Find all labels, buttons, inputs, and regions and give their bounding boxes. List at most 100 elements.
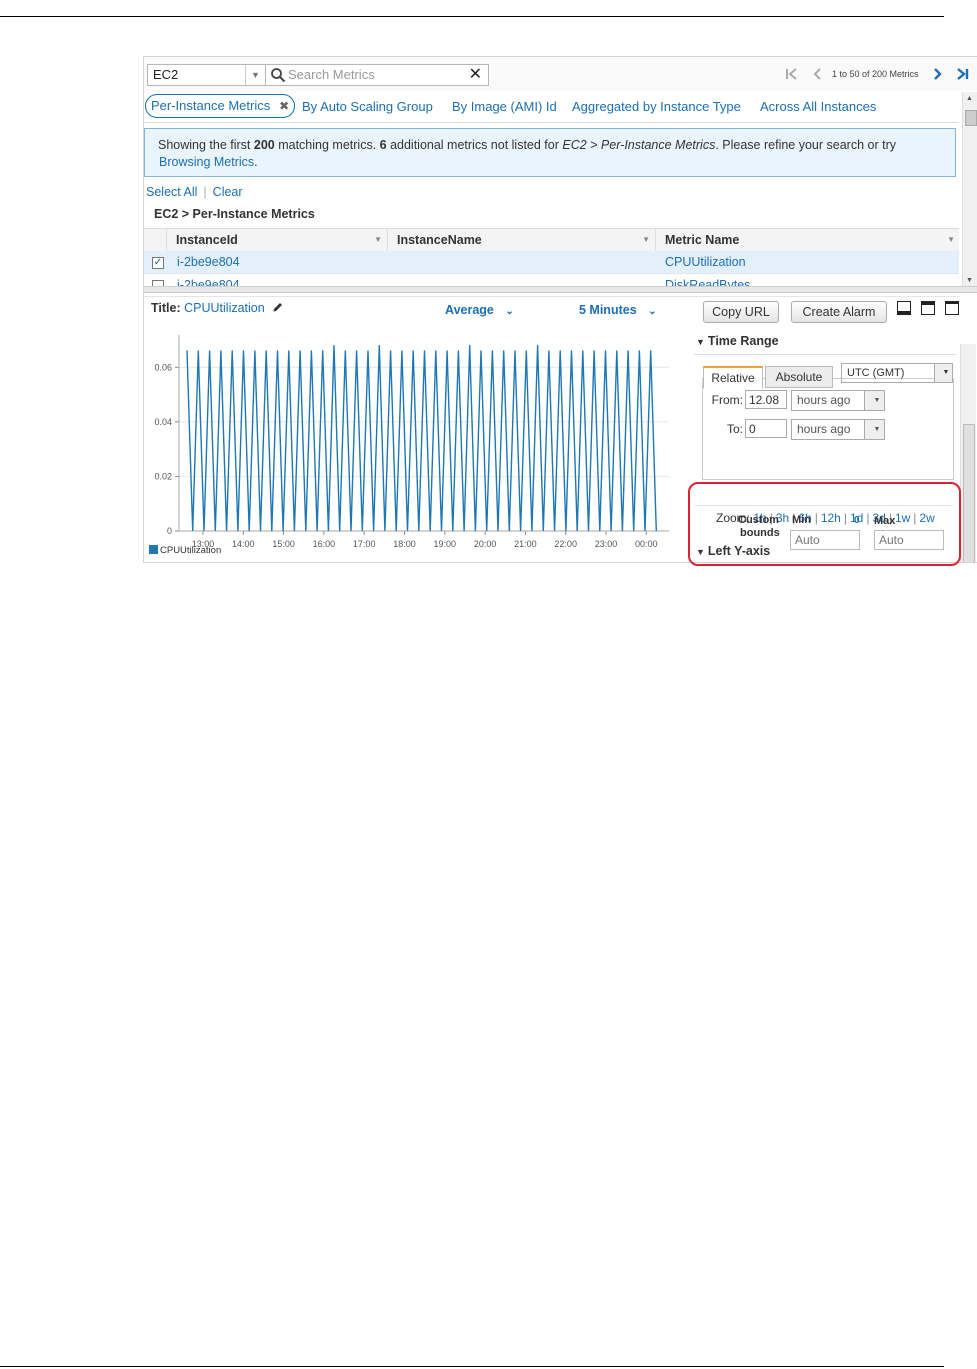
timezone-select[interactable]: UTC (GMT) ▼ — [841, 363, 953, 383]
data-point — [570, 350, 573, 352]
chart-legend: CPUUtilization — [149, 545, 221, 556]
clear-link[interactable]: Clear — [213, 185, 243, 199]
column-instance-id[interactable]: InstanceId ▼ — [166, 229, 387, 251]
chevron-down-icon[interactable]: ▼ — [245, 65, 265, 85]
data-point — [299, 350, 301, 352]
dropdown-arrow-icon[interactable]: ▼ — [864, 391, 884, 410]
graph-title-link[interactable]: CPUUtilization — [184, 301, 265, 315]
first-page-icon[interactable] — [784, 66, 800, 82]
maximize-icon[interactable] — [945, 301, 959, 315]
data-point — [344, 350, 346, 352]
legend-label: CPUUtilization — [160, 545, 222, 556]
dropdown-arrow-icon[interactable]: ▼ — [934, 364, 952, 382]
pager-text: 1 to 50 of 200 Metrics — [832, 69, 919, 79]
column-instance-name[interactable]: InstanceName ▼ — [387, 229, 655, 251]
scroll-down-icon[interactable]: ▼ — [966, 277, 973, 284]
panel-splitter[interactable] — [144, 286, 977, 293]
close-icon[interactable]: ✖ — [279, 95, 289, 117]
metric-name-cell[interactable]: CPUUtilization — [665, 251, 746, 273]
clear-search-icon[interactable]: ✕ — [469, 65, 482, 85]
y-tick-label: 0.04 — [154, 417, 172, 427]
x-tick-label: 17:00 — [353, 539, 376, 547]
scroll-up-icon[interactable]: ▲ — [966, 95, 973, 102]
last-page-icon[interactable] — [954, 66, 970, 82]
collapse-triangle-icon: ▼ — [696, 337, 705, 347]
browsing-metrics-link[interactable]: Browsing Metrics. — [159, 155, 258, 169]
data-point — [310, 350, 312, 352]
period-select[interactable]: 5 Minutes ⌄ — [579, 303, 657, 317]
data-point — [537, 344, 539, 347]
dock-bottom-icon[interactable] — [897, 301, 911, 315]
to-value-input[interactable]: 0 — [745, 419, 787, 438]
create-alarm-button[interactable]: Create Alarm — [791, 301, 887, 323]
data-point — [593, 350, 595, 352]
scrollbar-thumb[interactable] — [963, 424, 975, 562]
instance-id-cell[interactable]: i-2be9e804 — [177, 251, 240, 273]
sort-caret-icon[interactable]: ▼ — [365, 229, 382, 251]
row-checkbox[interactable]: ✓ — [152, 257, 164, 269]
toolbar: EC2 ▼ ✕ 1 to 50 of 200 Metrics — [144, 57, 977, 91]
graph-panel: Title: CPUUtilization Average ⌄ 5 Minute… — [144, 294, 689, 562]
tab-by-auto-scaling-group[interactable]: By Auto Scaling Group — [302, 99, 433, 114]
to-unit-select[interactable]: hours ago ▼ — [791, 419, 885, 440]
cpu-utilization-chart: 00.020.040.0613:00 14:00 15:00 16:00 17:00 18… — [154, 335, 669, 547]
series-line-cpuutilization — [186, 345, 657, 532]
namespace-select[interactable]: EC2 ▼ — [147, 64, 266, 86]
from-value-input[interactable]: 12.08 — [745, 390, 787, 409]
data-point — [469, 344, 471, 347]
info-text: Showing the first 200 matching metrics. … — [158, 138, 896, 152]
data-point — [491, 350, 493, 352]
sort-caret-icon[interactable]: ▼ — [633, 229, 650, 251]
page-bottom-rule — [0, 1366, 944, 1367]
from-label: From: — [711, 393, 743, 407]
tab-relative[interactable]: Relative — [703, 366, 763, 389]
select-all-link[interactable]: Select All — [146, 185, 197, 199]
chevron-down-icon: ⌄ — [505, 306, 514, 317]
x-tick-label: 00:00 — [635, 539, 658, 547]
data-point — [627, 350, 629, 352]
dropdown-arrow-icon[interactable]: ▼ — [864, 420, 884, 439]
x-tick-label: 16:00 — [313, 539, 336, 547]
search-icon — [271, 68, 286, 83]
legend-swatch — [149, 545, 158, 554]
data-point — [503, 350, 505, 352]
x-tick-label: 22:00 — [554, 539, 577, 547]
tab-per-instance-metrics[interactable]: Per-Instance Metrics ✖ — [145, 94, 296, 118]
tab-across-all-instances[interactable]: Across All Instances — [760, 99, 876, 114]
page-top-rule — [0, 16, 944, 17]
from-unit-select[interactable]: hours ago ▼ — [791, 390, 885, 411]
sort-caret-icon[interactable]: ▼ — [938, 229, 955, 251]
dock-top-icon[interactable] — [921, 301, 935, 315]
x-tick-label: 14:00 — [232, 539, 255, 547]
data-point — [242, 350, 245, 352]
data-point — [367, 350, 369, 352]
x-tick-label: 20:00 — [474, 539, 497, 547]
data-point — [457, 350, 459, 352]
info-message: Showing the first 200 matching metrics. … — [144, 128, 956, 177]
data-point — [582, 350, 584, 352]
next-page-icon[interactable] — [929, 66, 945, 82]
pencil-icon[interactable] — [272, 301, 284, 313]
search-input[interactable] — [288, 66, 463, 83]
table-row[interactable]: ✓ i-2be9e804 CPUUtilization — [144, 251, 959, 274]
grid-scrollbar[interactable]: ▲ ▼ — [962, 92, 977, 287]
search-box: ✕ — [265, 64, 489, 86]
copy-url-button[interactable]: Copy URL — [703, 301, 779, 323]
data-point — [616, 350, 618, 352]
statistic-select[interactable]: Average ⌄ — [445, 303, 514, 317]
metrics-grid-header: InstanceId ▼ InstanceName ▼ Metric Name ▼ — [144, 228, 959, 252]
pager: 1 to 50 of 200 Metrics — [784, 66, 974, 82]
x-tick-label: 19:00 — [434, 539, 457, 547]
previous-page-icon[interactable] — [810, 66, 826, 82]
data-point — [514, 350, 516, 352]
column-metric-name[interactable]: Metric Name ▼ — [655, 229, 960, 251]
data-point — [231, 350, 233, 352]
to-label: To: — [726, 422, 743, 436]
time-range-heading[interactable]: ▼ Time Range — [696, 334, 779, 348]
tab-by-image-ami-id[interactable]: By Image (AMI) Id — [452, 99, 557, 114]
scrollbar-thumb[interactable] — [965, 110, 977, 126]
tab-aggregated-by-instance-type[interactable]: Aggregated by Instance Type — [572, 99, 741, 114]
options-scrollbar[interactable] — [960, 344, 976, 562]
tab-absolute[interactable]: Absolute — [765, 366, 833, 388]
x-tick-label: 21:00 — [514, 539, 537, 547]
